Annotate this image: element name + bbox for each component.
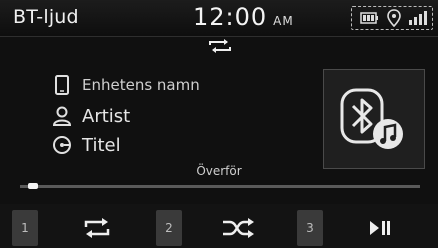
transfer-status: Överför (196, 164, 242, 178)
artist: Artist (82, 105, 131, 127)
preset-2-label: 2 (165, 221, 173, 235)
preset-1-label: 1 (21, 221, 29, 235)
disc-icon (53, 136, 71, 154)
control-bar: 1 2 3 (0, 204, 438, 248)
device-name: Enhetens namn (82, 76, 200, 94)
clock-time: 12:00 (193, 3, 268, 31)
battery-icon (360, 12, 378, 24)
signal-icon (409, 11, 427, 25)
status-icons (351, 6, 433, 30)
title-row: Titel (52, 132, 121, 158)
preset-3-button[interactable]: 3 (297, 210, 323, 246)
preset-1-button[interactable]: 1 (12, 210, 38, 246)
repeat-button[interactable] (67, 210, 127, 246)
shuffle-button[interactable] (208, 210, 268, 246)
source-title: BT-ljud (13, 6, 79, 28)
play-pause-button[interactable] (350, 210, 410, 246)
device-name-row: Enhetens namn (52, 72, 200, 98)
clock-ampm: AM (273, 14, 294, 28)
bt-audio-screen: BT-ljud 12:00 AM Enhetens namn Artist Ti… (0, 0, 438, 248)
artist-row: Artist (52, 103, 130, 129)
clock[interactable]: 12:00 AM (193, 3, 294, 31)
person-icon (52, 106, 72, 126)
gps-icon (387, 9, 401, 27)
repeat-status-icon (209, 39, 231, 53)
play-pause-icon (370, 221, 390, 235)
album-art (323, 69, 425, 169)
phone-icon (55, 75, 69, 95)
progress-knob[interactable] (28, 183, 38, 189)
status-bar: BT-ljud 12:00 AM (0, 0, 438, 37)
preset-2-button[interactable]: 2 (156, 210, 182, 246)
repeat-icon (84, 218, 110, 238)
preset-3-label: 3 (306, 221, 314, 235)
track-title: Titel (82, 134, 121, 156)
progress-bar[interactable] (20, 185, 420, 188)
bluetooth-music-icon (340, 88, 403, 149)
shuffle-icon (223, 218, 254, 238)
